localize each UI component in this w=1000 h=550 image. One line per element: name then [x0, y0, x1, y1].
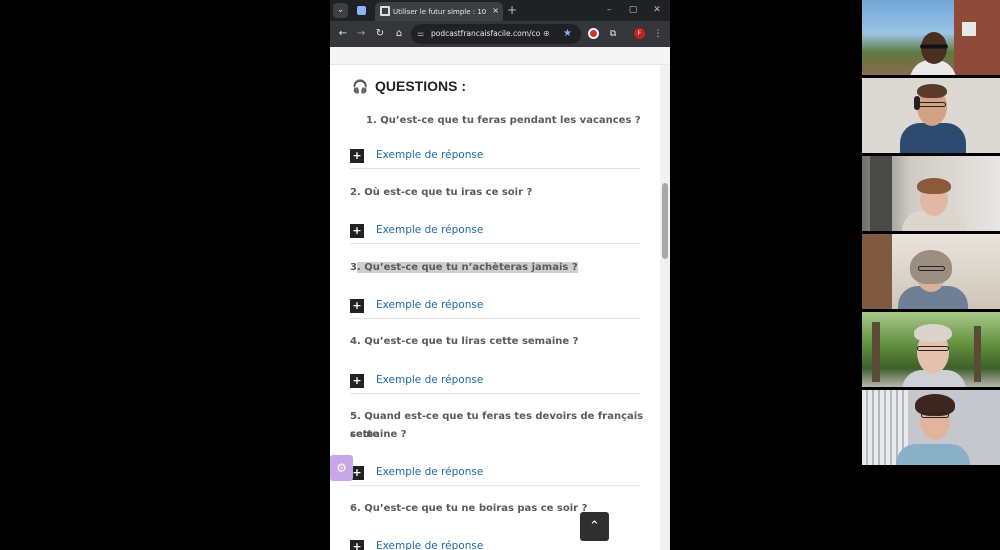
back-arrow-icon[interactable]: ← — [335, 26, 351, 42]
page-content: 🎧 QUESTIONS : 1. Qu’est-ce que tu feras p… — [330, 47, 660, 550]
answer-link-2[interactable]: Exemple de réponse — [376, 222, 483, 238]
profile-letter: F — [634, 28, 645, 39]
answer-toggle-4[interactable]: + Exemple de réponse — [350, 368, 640, 394]
answer-toggle-2[interactable]: + Exemple de réponse — [350, 218, 640, 244]
browser-toolbar: ← → ↻ ⌂ ⚌ podcastfrancaisfacile.com/co..… — [330, 21, 670, 47]
question-1: 1. Qu’est-ce que tu feras pendant les va… — [366, 115, 641, 126]
zoom-icon[interactable]: ⊕ — [543, 28, 550, 40]
web-page: 🎧 QUESTIONS : 1. Qu’est-ce que tu feras p… — [330, 47, 670, 550]
profile-avatar[interactable]: F — [632, 26, 648, 42]
answer-link-1[interactable]: Exemple de réponse — [376, 147, 483, 163]
participant-video-6[interactable] — [862, 390, 1000, 465]
forward-arrow-icon[interactable]: → — [353, 26, 369, 42]
participant-video-1[interactable] — [862, 0, 1000, 75]
participant-video-3[interactable] — [862, 156, 1000, 231]
reload-icon[interactable]: ↻ — [372, 26, 388, 42]
question-3-highlighted: . Qu’est-ce que tu n’achèteras jamais ? — [356, 262, 578, 273]
tab-title: Utiliser le futur simple : 10 questions — [393, 8, 487, 16]
question-6: 6. Qu’est-ce que tu ne boiras pas ce soi… — [350, 503, 588, 514]
participant-video-5[interactable] — [862, 312, 1000, 387]
plus-icon: + — [350, 540, 364, 550]
plus-icon: + — [350, 149, 364, 163]
scrollbar-thumb[interactable] — [662, 183, 668, 259]
menu-icon[interactable]: ⋮ — [650, 26, 666, 42]
tab-search-icon[interactable]: ⌄ — [333, 3, 348, 18]
star-icon[interactable]: ★ — [563, 27, 572, 40]
window-close-icon[interactable]: ✕ — [650, 3, 664, 17]
question-3-number: 3 — [350, 262, 357, 273]
back-to-top-button[interactable]: ⌃ — [580, 512, 609, 541]
question-4: 4. Qu’est-ce que tu liras cette semaine … — [350, 336, 579, 347]
answer-link-5[interactable]: Exemple de réponse — [376, 464, 483, 480]
tab-close-icon[interactable]: × — [492, 5, 499, 17]
pinned-tab[interactable] — [354, 3, 369, 18]
answer-link-6[interactable]: Exemple de réponse — [376, 538, 483, 550]
answer-toggle-1[interactable]: + Exemple de réponse — [350, 143, 640, 169]
tab-favicon-icon — [380, 6, 390, 16]
questions-heading: 🎧 QUESTIONS : — [352, 76, 466, 96]
plus-icon: + — [350, 374, 364, 388]
answer-link-4[interactable]: Exemple de réponse — [376, 372, 483, 388]
extension-badge — [588, 28, 599, 39]
address-bar[interactable]: ⚌ podcastfrancaisfacile.com/co... ⊕ ★ — [411, 24, 581, 44]
participant-video-2[interactable] — [862, 78, 1000, 153]
active-tab[interactable]: Utiliser le futur simple : 10 questions … — [375, 2, 503, 21]
home-icon[interactable]: ⌂ — [391, 26, 407, 42]
puzzle-icon[interactable]: ⧉ — [605, 26, 621, 42]
answer-link-3[interactable]: Exemple de réponse — [376, 297, 483, 313]
maximize-icon[interactable]: ▢ — [626, 3, 640, 17]
browser-window: ⌄ Utiliser le futur simple : 10 question… — [330, 0, 670, 550]
headphones-icon: 🎧 — [352, 79, 369, 94]
extension-icon[interactable] — [586, 26, 602, 42]
question-5-line-2: semaine ? — [350, 429, 407, 440]
questions-heading-text: QUESTIONS : — [375, 78, 467, 94]
new-tab-button[interactable]: + — [507, 2, 517, 18]
plus-icon: + — [350, 224, 364, 238]
url-text[interactable]: podcastfrancaisfacile.com/co... — [431, 28, 541, 40]
answer-toggle-3[interactable]: + Exemple de réponse — [350, 293, 640, 319]
plus-icon: + — [350, 299, 364, 313]
tab-bar: ⌄ Utiliser le futur simple : 10 question… — [330, 0, 670, 21]
page-scrollbar[interactable] — [660, 65, 670, 550]
answer-toggle-5[interactable]: + Exemple de réponse — [350, 460, 640, 486]
participant-video-4[interactable] — [862, 234, 1000, 309]
pinned-tab-icon — [357, 6, 366, 15]
minimize-icon[interactable]: – — [602, 3, 616, 17]
question-3: 3. Qu’est-ce que tu n’achèteras jamais ? — [350, 259, 578, 277]
question-2: 2. Où est-ce que tu iras ce soir ? — [350, 187, 533, 198]
settings-gear-icon[interactable]: ⚙ — [330, 455, 353, 481]
site-settings-icon[interactable]: ⚌ — [417, 28, 424, 40]
